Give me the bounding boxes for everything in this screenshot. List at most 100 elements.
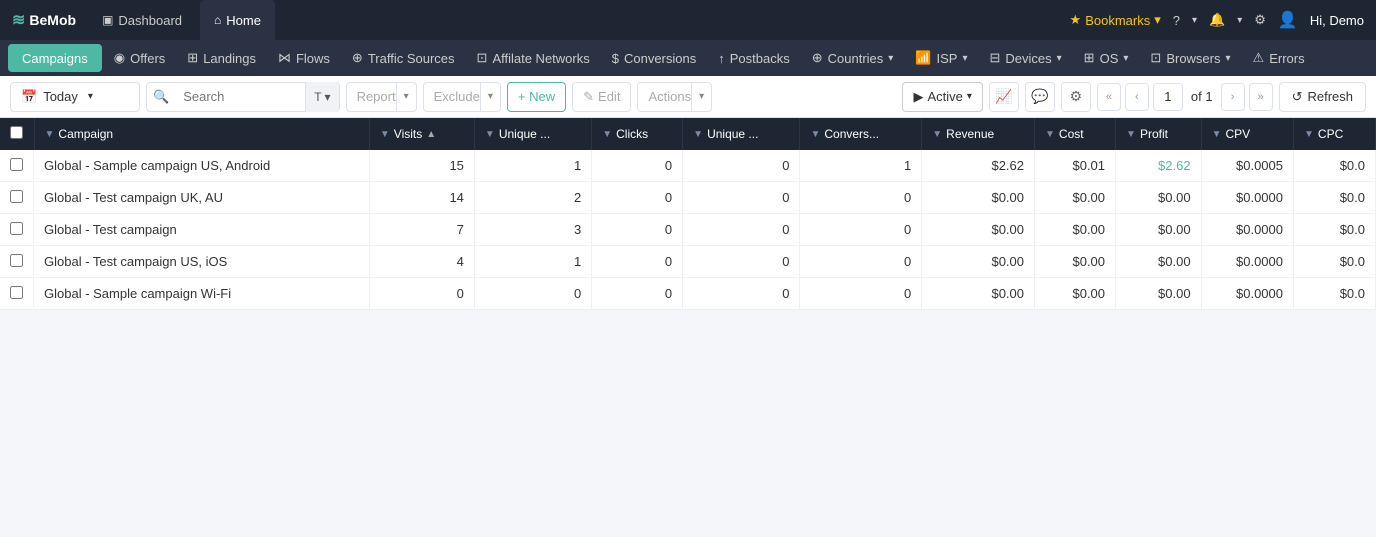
- nav-affiliate-networks[interactable]: ⊡ Affilate Networks: [467, 40, 600, 76]
- exclude-arrow-button[interactable]: ▾: [481, 82, 501, 112]
- filter-unique1-icon: ▼: [485, 129, 495, 140]
- refresh-button[interactable]: ↺ Refresh: [1279, 82, 1366, 112]
- row-checkbox-cell[interactable]: [0, 246, 34, 275]
- bookmarks-button[interactable]: ★ Bookmarks ▾: [1070, 12, 1161, 28]
- sort-visits-icon: ▲: [426, 129, 436, 140]
- row-checkbox-cell[interactable]: [0, 278, 34, 307]
- nav-os-label: OS: [1100, 51, 1119, 66]
- table-row: Global - Test campaign US, iOS 4 1 0 0 0…: [0, 246, 1376, 278]
- row-checkbox-cell[interactable]: [0, 214, 34, 243]
- prev-page-button[interactable]: ‹: [1125, 83, 1149, 111]
- nav-countries[interactable]: ⊕ Countries ▾: [802, 40, 904, 76]
- nav-offers[interactable]: ◉ Offers: [104, 40, 176, 76]
- logo-text: BeMob: [29, 12, 76, 28]
- header-checkbox-cell[interactable]: [0, 118, 34, 150]
- header-conversions[interactable]: ▼ Convers...: [800, 118, 922, 150]
- bookmarks-label: Bookmarks: [1085, 13, 1150, 28]
- header-cost[interactable]: ▼ Cost: [1035, 118, 1116, 150]
- tab-dashboard[interactable]: ▣ Dashboard: [88, 0, 196, 40]
- exclude-split-button: Exclude ▾: [423, 82, 501, 112]
- cell-unique2: 0: [683, 150, 800, 182]
- nav-countries-label: Countries: [828, 51, 884, 66]
- nav-postbacks[interactable]: ↑ Postbacks: [708, 40, 799, 76]
- date-picker[interactable]: 📅 Today ▾: [10, 82, 140, 112]
- logo: ≋ BeMob: [12, 10, 76, 30]
- row-checkbox-cell[interactable]: [0, 150, 34, 179]
- user-greeting: Hi, Demo: [1310, 13, 1364, 28]
- nav-traffic-sources[interactable]: ⊕ Traffic Sources: [342, 40, 465, 76]
- row-checkbox[interactable]: [10, 286, 23, 299]
- cell-profit: $0.00: [1116, 278, 1202, 310]
- header-clicks[interactable]: ▼ Clicks: [592, 118, 683, 150]
- report-arrow-button[interactable]: ▾: [397, 82, 417, 112]
- settings-icon[interactable]: ⚙: [1254, 12, 1266, 28]
- header-cpc[interactable]: ▼ CPC: [1294, 118, 1376, 150]
- first-page-button[interactable]: «: [1097, 83, 1121, 111]
- edit-button[interactable]: ✎ Edit: [572, 82, 631, 112]
- campaigns-table-container: ▼ Campaign ▼ Visits ▲ ▼ Unique ...: [0, 118, 1376, 310]
- page-number-input[interactable]: [1153, 83, 1183, 111]
- header-cpv[interactable]: ▼ CPV: [1201, 118, 1293, 150]
- exclude-button[interactable]: Exclude: [423, 82, 481, 112]
- nav-flows[interactable]: ⋈ Flows: [268, 40, 340, 76]
- campaigns-button[interactable]: Campaigns: [8, 44, 102, 72]
- active-status-button[interactable]: ▶ Active ▾: [902, 82, 982, 112]
- select-all-checkbox[interactable]: [10, 126, 23, 139]
- row-checkbox[interactable]: [10, 254, 23, 267]
- star-icon: ★: [1070, 12, 1082, 28]
- nav-isp[interactable]: 📶 ISP ▾: [905, 40, 977, 76]
- search-box[interactable]: 🔍 T ▾: [146, 82, 340, 112]
- help-icon[interactable]: ?: [1173, 13, 1180, 28]
- traffic-sources-icon: ⊕: [352, 50, 363, 66]
- actions-arrow-button[interactable]: ▾: [692, 82, 712, 112]
- header-profit[interactable]: ▼ Profit: [1116, 118, 1202, 150]
- report-split-button: Report ▾: [346, 82, 417, 112]
- chart-icon: 📈: [995, 88, 1012, 105]
- header-campaign[interactable]: ▼ Campaign: [34, 118, 369, 150]
- nav-browsers[interactable]: ⊡ Browsers ▾: [1140, 40, 1240, 76]
- header-revenue[interactable]: ▼ Revenue: [922, 118, 1035, 150]
- column-settings-button[interactable]: ⚙: [1061, 82, 1091, 112]
- cell-unique2: 0: [683, 214, 800, 246]
- filter-campaign-icon: ▼: [45, 129, 55, 140]
- notification-icon[interactable]: 🔔: [1209, 12, 1225, 28]
- header-unique1[interactable]: ▼ Unique ...: [474, 118, 591, 150]
- next-page-icon: ›: [1231, 91, 1235, 103]
- nav-isp-label: ISP: [936, 51, 957, 66]
- cell-conversions: 0: [800, 278, 922, 310]
- filter-type-button[interactable]: T ▾: [305, 82, 338, 112]
- nav-conversions[interactable]: $ Conversions: [602, 40, 707, 76]
- help-arrow-icon: ▾: [1192, 15, 1197, 26]
- nav-devices[interactable]: ⊟ Devices ▾: [979, 40, 1071, 76]
- nav-os[interactable]: ⊞ OS ▾: [1074, 40, 1139, 76]
- nav-errors-label: Errors: [1269, 51, 1304, 66]
- actions-button[interactable]: Actions: [637, 82, 692, 112]
- nav-landings[interactable]: ⊞ Landings: [177, 40, 266, 76]
- cell-cpv: $0.0000: [1201, 214, 1293, 246]
- cell-cpc: $0.0: [1294, 214, 1376, 246]
- row-checkbox-cell[interactable]: [0, 182, 34, 211]
- nav-devices-label: Devices: [1005, 51, 1051, 66]
- report-button[interactable]: Report: [346, 82, 397, 112]
- chart-button[interactable]: 📈: [989, 82, 1019, 112]
- active-label: Active: [927, 89, 962, 104]
- cell-unique1: 1: [474, 246, 591, 278]
- next-page-button[interactable]: ›: [1221, 83, 1245, 111]
- header-unique2[interactable]: ▼ Unique ...: [683, 118, 800, 150]
- new-button[interactable]: + New: [507, 82, 566, 112]
- page-of-label: of 1: [1187, 89, 1217, 104]
- nav-errors[interactable]: ⚠ Errors: [1243, 40, 1315, 76]
- header-visits-label: Visits: [394, 127, 422, 141]
- row-checkbox[interactable]: [10, 190, 23, 203]
- last-page-button[interactable]: »: [1249, 83, 1273, 111]
- header-visits[interactable]: ▼ Visits ▲: [369, 118, 474, 150]
- row-checkbox[interactable]: [10, 222, 23, 235]
- campaigns-label: Campaigns: [22, 51, 88, 66]
- tab-home[interactable]: ⌂ Home: [200, 0, 275, 40]
- comment-button[interactable]: 💬: [1025, 82, 1055, 112]
- row-checkbox[interactable]: [10, 158, 23, 171]
- cell-unique1: 3: [474, 214, 591, 246]
- flows-icon: ⋈: [278, 50, 291, 66]
- search-input[interactable]: [175, 89, 305, 104]
- cell-conversions: 0: [800, 182, 922, 214]
